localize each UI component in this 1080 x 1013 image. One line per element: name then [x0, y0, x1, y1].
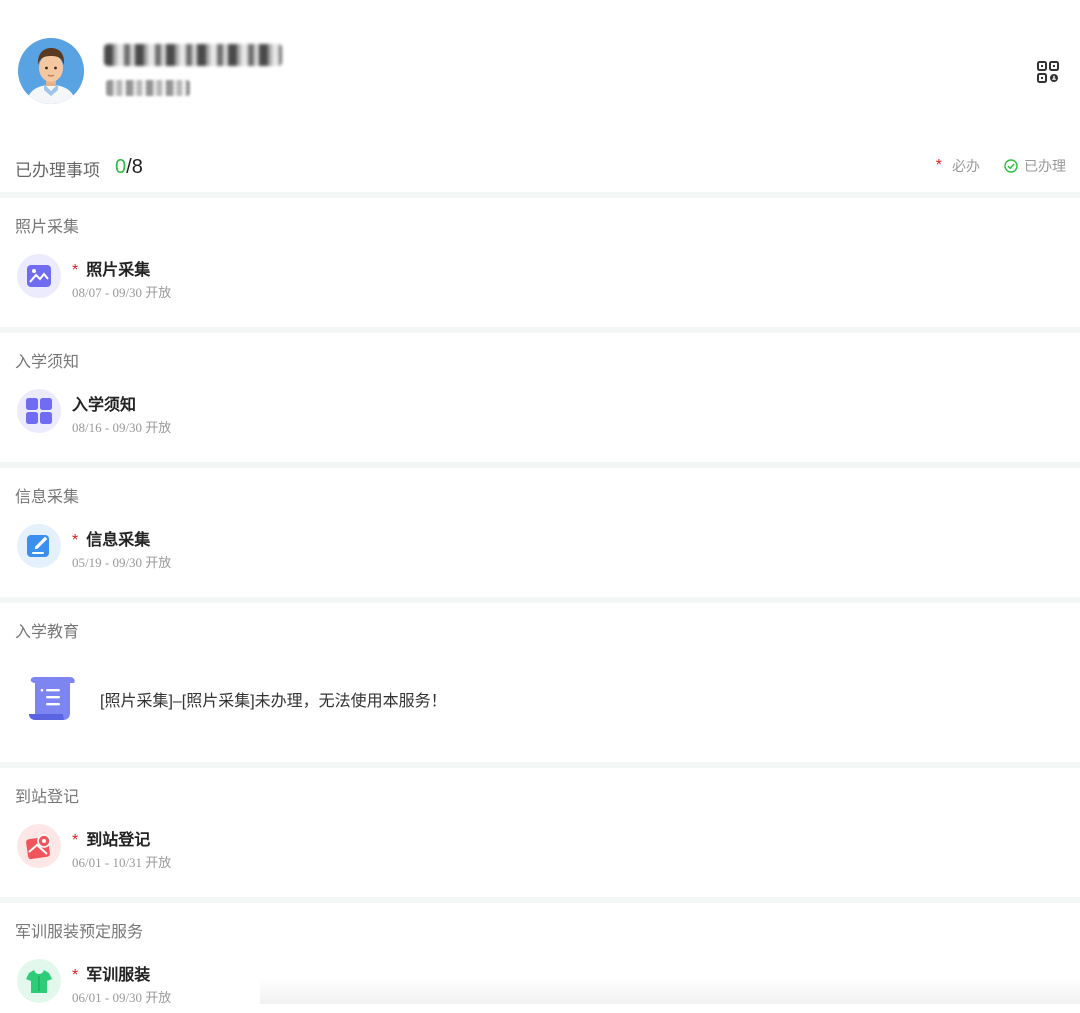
- section-title: 到站登记: [15, 789, 80, 806]
- tshirt-icon: [17, 959, 61, 1003]
- legend: * 必办 已办理: [936, 156, 1066, 176]
- map-pin-icon: [17, 824, 61, 868]
- section-title: 军训服装预定服务: [15, 924, 144, 941]
- section-title: 信息采集: [15, 489, 80, 506]
- service-item-name: 入学须知: [72, 397, 137, 414]
- service-item-name: * 到站登记: [72, 832, 151, 849]
- check-circle-icon: [1004, 159, 1018, 173]
- progress-row: 已办理事项 0/8 * 必办 已办理: [0, 140, 1080, 198]
- section-admission-notice: 入学须知 入学须知 08/16 - 09/30 开放: [0, 333, 1080, 468]
- progress-count: 0/8: [115, 156, 143, 178]
- section-info-collection: 信息采集 * 信息采集 05/19 - 09/30 开放: [0, 468, 1080, 603]
- service-notice: [照片采集]–[照片采集]未办理，无法使用本服务！: [26, 673, 826, 723]
- section-military-uniform: 军训服装预定服务 * 军训服装 06/01 - 09/30 开放: [0, 903, 1080, 1013]
- service-item-name: * 照片采集: [72, 262, 151, 279]
- service-item-date: 05/19 - 09/30 开放: [72, 555, 172, 570]
- user-name-redacted: [104, 44, 282, 66]
- photo-icon: [17, 254, 61, 298]
- service-item-name: * 信息采集: [72, 532, 151, 549]
- section-title: 入学教育: [15, 624, 80, 641]
- section-arrival-registration: 到站登记 * 到站登记 06/01 - 10/31 开放: [0, 768, 1080, 903]
- service-item-admission-notice[interactable]: 入学须知 08/16 - 09/30 开放: [17, 389, 717, 435]
- section-title: 入学须知: [15, 354, 80, 371]
- user-subtitle-redacted: [106, 80, 190, 96]
- service-item-date: 06/01 - 10/31 开放: [72, 855, 172, 870]
- legend-done-label: 已办理: [1024, 158, 1066, 174]
- grid-icon: [17, 389, 61, 433]
- notice-text: [照片采集]–[照片采集]未办理，无法使用本服务！: [100, 693, 447, 710]
- section-photo-collection: 照片采集 * 照片采集 08/07 - 09/30 开放: [0, 198, 1080, 333]
- required-mark: *: [935, 157, 942, 174]
- service-item-info-collection[interactable]: * 信息采集 05/19 - 09/30 开放: [17, 524, 717, 570]
- service-item-date: 06/01 - 09/30 开放: [72, 990, 172, 1005]
- service-item-date: 08/07 - 09/30 开放: [72, 285, 172, 300]
- service-item-military-uniform[interactable]: * 军训服装 06/01 - 09/30 开放: [17, 959, 717, 1005]
- section-admission-education: 入学教育 [照片采集]–[照片采集]未办理，无法使用本服务！: [0, 603, 1080, 768]
- profile-header: [0, 0, 1080, 140]
- legend-required-label: 必办: [952, 158, 980, 174]
- qr-code-icon[interactable]: [1037, 61, 1059, 83]
- service-item-name: * 军训服装: [72, 967, 151, 984]
- avatar[interactable]: [18, 38, 84, 104]
- scroll-icon: [29, 677, 75, 720]
- service-item-arrival-registration[interactable]: * 到站登记 06/01 - 10/31 开放: [17, 824, 717, 870]
- page: 已办理事项 0/8 * 必办 已办理 照片采集 * 照片采集 08/07 - 0…: [0, 0, 1080, 1005]
- service-item-photo-collection[interactable]: * 照片采集 08/07 - 09/30 开放: [17, 254, 717, 300]
- service-item-date: 08/16 - 09/30 开放: [72, 420, 172, 435]
- edit-icon: [17, 524, 61, 568]
- progress-label: 已办理事项: [15, 161, 100, 180]
- section-title: 照片采集: [15, 219, 80, 236]
